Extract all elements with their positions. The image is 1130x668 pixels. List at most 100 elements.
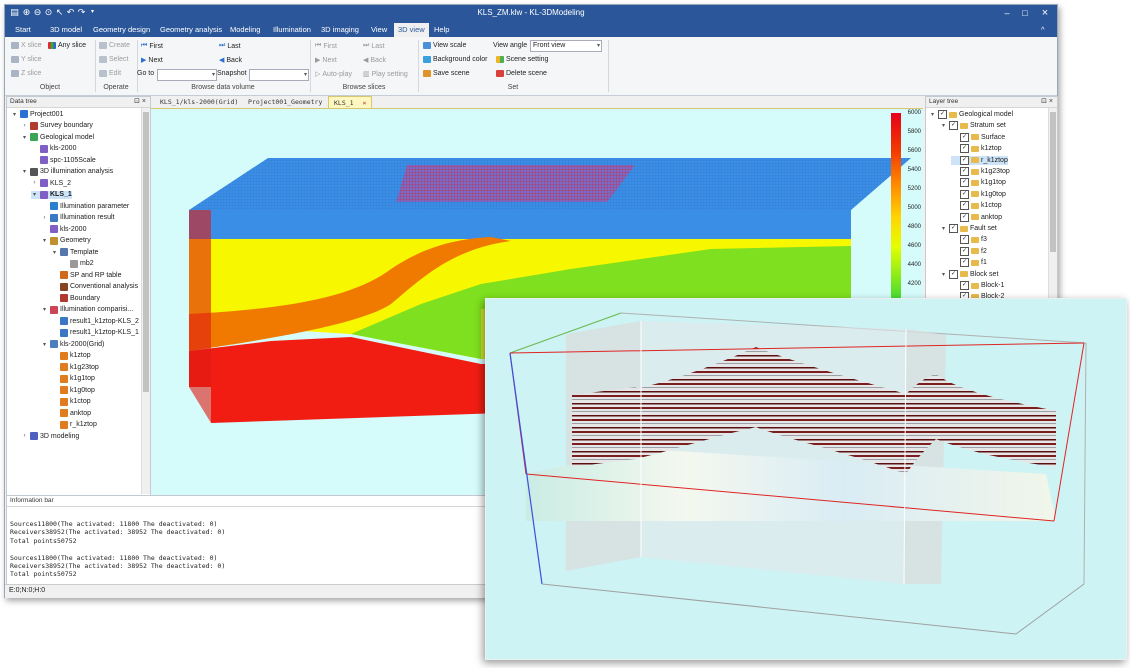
data-tree-item[interactable]: k1g0top — [51, 386, 95, 394]
expand-toggle-icon[interactable]: ▾ — [41, 237, 48, 244]
data-tree-item[interactable]: ▾ Project001 — [11, 110, 63, 118]
data-tree-item[interactable]: ▾ Geometry — [41, 236, 91, 245]
scrollbar-thumb[interactable] — [1050, 112, 1056, 252]
layer-visibility-checkbox[interactable]: ✓ — [960, 201, 969, 211]
select-button[interactable]: Select — [99, 56, 128, 63]
data-tree-item[interactable]: anktop — [51, 409, 91, 417]
data-tree-scrollbar[interactable] — [141, 108, 150, 494]
data-tree-item[interactable]: ▾ Geological model — [21, 133, 94, 141]
data-tree-item[interactable]: › KLS_2 — [31, 179, 71, 187]
tab-close-icon[interactable]: × — [363, 99, 367, 107]
pin-icon[interactable]: ⊡ × — [1041, 97, 1053, 107]
data-tree-item[interactable]: r_k1ztop — [51, 420, 97, 429]
layer-tree-item[interactable]: ✓ f2 — [951, 246, 987, 256]
data-tree-item[interactable]: Boundary — [51, 294, 100, 302]
seismic-slices-render[interactable] — [486, 299, 1126, 659]
layer-tree-item[interactable]: ▾ ✓ Geological model — [929, 110, 1013, 119]
layer-tree-item[interactable]: ✓ anktop — [951, 212, 1002, 222]
scene-setting-button[interactable]: Scene setting — [496, 56, 548, 63]
expand-toggle-icon[interactable]: › — [31, 180, 38, 186]
layer-visibility-checkbox[interactable]: ✓ — [949, 121, 958, 131]
layer-visibility-checkbox[interactable]: ✓ — [960, 235, 969, 245]
layer-visibility-checkbox[interactable]: ✓ — [949, 224, 958, 233]
layer-tree-item[interactable]: ✓ r_k1ztop — [951, 155, 1008, 165]
view-angle-combo[interactable]: Front view ▾ — [530, 40, 602, 52]
expand-toggle-icon[interactable]: ▾ — [940, 225, 947, 232]
play-setting-button[interactable]: ▥ Play setting — [363, 70, 408, 79]
layer-tree-item[interactable]: ✓ f1 — [951, 258, 987, 268]
seismic-3d-view[interactable] — [485, 298, 1127, 660]
expand-toggle-icon[interactable]: ▾ — [940, 122, 947, 129]
create-button[interactable]: Create — [99, 42, 130, 49]
slice-last-button[interactable]: ⏭ Last — [363, 42, 385, 50]
data-tree-item[interactable]: kls-2000 — [41, 225, 86, 233]
expand-toggle-icon[interactable]: › — [21, 123, 28, 129]
data-tree-item[interactable]: › Illumination result — [41, 213, 114, 222]
maximize-button[interactable]: □ — [1017, 7, 1033, 19]
expand-toggle-icon[interactable]: ▾ — [929, 111, 936, 118]
data-tree-item[interactable]: kls-2000 — [31, 144, 76, 153]
menu-3d-imaging[interactable]: 3D imaging — [321, 25, 359, 34]
layer-visibility-checkbox[interactable]: ✓ — [960, 144, 969, 154]
data-tree-item[interactable]: spc-1105Scale — [31, 156, 96, 164]
data-tree-item[interactable]: ▾ kls-2000(Grid) — [41, 340, 104, 348]
data-tree-item[interactable]: Conventional analysis — [51, 282, 138, 291]
data-tree-item[interactable]: ▾ KLS_1 — [31, 190, 72, 199]
layer-tree-item[interactable]: ✓ Surface — [951, 132, 1005, 142]
volume-first-button[interactable]: ⏮ First — [141, 42, 163, 50]
data-tree-item[interactable]: k1ctop — [51, 397, 91, 406]
data-tree-item[interactable]: k1g23top — [51, 363, 99, 371]
slice-first-button[interactable]: ⏮ First — [315, 42, 337, 50]
any-slice-button[interactable]: Any slice — [48, 42, 86, 49]
doc-tab-geometry[interactable]: Project001_Geometry — [243, 96, 327, 108]
menu-start[interactable]: Start — [15, 25, 31, 34]
y-slice-button[interactable]: Y slice — [11, 56, 42, 63]
snapshot-combo[interactable]: ▾ — [249, 69, 309, 81]
volume-last-button[interactable]: ⏭ Last — [219, 42, 241, 50]
expand-toggle-icon[interactable]: ▾ — [51, 249, 58, 256]
background-color-button[interactable]: Background color — [423, 56, 487, 63]
menu-geometry-analysis[interactable]: Geometry analysis — [160, 25, 222, 34]
data-tree-item[interactable]: Illumination parameter — [41, 202, 129, 210]
menu-geometry-design[interactable]: Geometry design — [93, 25, 150, 34]
layer-visibility-checkbox[interactable]: ✓ — [960, 167, 969, 176]
data-tree-item[interactable]: k1g1top — [51, 374, 95, 383]
expand-toggle-icon[interactable]: ▾ — [21, 134, 28, 141]
goto-combo[interactable]: ▾ — [157, 69, 217, 81]
layer-tree-item[interactable]: ✓ k1ztop — [951, 144, 1002, 154]
layer-tree-scrollbar[interactable] — [1048, 108, 1057, 306]
data-tree-item[interactable]: ▾ 3D illumination analysis — [21, 167, 113, 176]
menu-illumination[interactable]: Illumination — [273, 25, 311, 34]
ribbon-collapse-icon[interactable]: ^ — [1041, 25, 1045, 34]
close-button[interactable]: × — [1037, 7, 1053, 19]
menu-help[interactable]: Help — [434, 25, 449, 34]
data-tree-item[interactable]: › 3D modeling — [21, 432, 79, 440]
expand-toggle-icon[interactable]: ▾ — [31, 191, 38, 198]
layer-tree-item[interactable]: ✓ k1g0top — [951, 189, 1006, 199]
scrollbar-thumb[interactable] — [143, 112, 149, 392]
expand-toggle-icon[interactable]: › — [41, 215, 48, 221]
data-tree-item[interactable]: ▾ Illumination comparisi... — [41, 305, 133, 314]
layer-visibility-checkbox[interactable]: ✓ — [960, 132, 969, 142]
volume-next-button[interactable]: ▶ Next — [141, 56, 163, 65]
expand-toggle-icon[interactable]: ▾ — [940, 271, 947, 278]
auto-play-button[interactable]: ▷ Auto-play — [315, 70, 352, 79]
delete-scene-button[interactable]: Delete scene — [496, 70, 547, 77]
layer-visibility-checkbox[interactable]: ✓ — [949, 269, 958, 279]
layer-tree-item[interactable]: ▾ ✓ Stratum set — [940, 121, 1006, 131]
edit-button[interactable]: Edit — [99, 70, 121, 77]
expand-toggle-icon[interactable]: ▾ — [41, 306, 48, 313]
data-tree-item[interactable]: mb2 — [61, 259, 94, 268]
x-slice-button[interactable]: X slice — [11, 42, 42, 49]
layer-tree-item[interactable]: ✓ f3 — [951, 235, 987, 245]
layer-tree-item[interactable]: ✓ k1g23top — [951, 167, 1010, 176]
menu-3d-model[interactable]: 3D model — [50, 25, 82, 34]
slice-back-button[interactable]: ◀ Back — [363, 56, 386, 65]
menu-3d-view[interactable]: 3D view — [394, 23, 429, 37]
data-tree-item[interactable]: ▾ Template — [51, 248, 98, 256]
data-tree-item[interactable]: › Survey boundary — [21, 121, 93, 130]
layer-visibility-checkbox[interactable]: ✓ — [960, 246, 969, 256]
expand-toggle-icon[interactable]: ▾ — [41, 341, 48, 348]
layer-tree-item[interactable]: ✓ k1g1top — [951, 178, 1006, 188]
doc-tab-grid[interactable]: KLS_1/kls-2000(Grid) — [155, 96, 243, 108]
